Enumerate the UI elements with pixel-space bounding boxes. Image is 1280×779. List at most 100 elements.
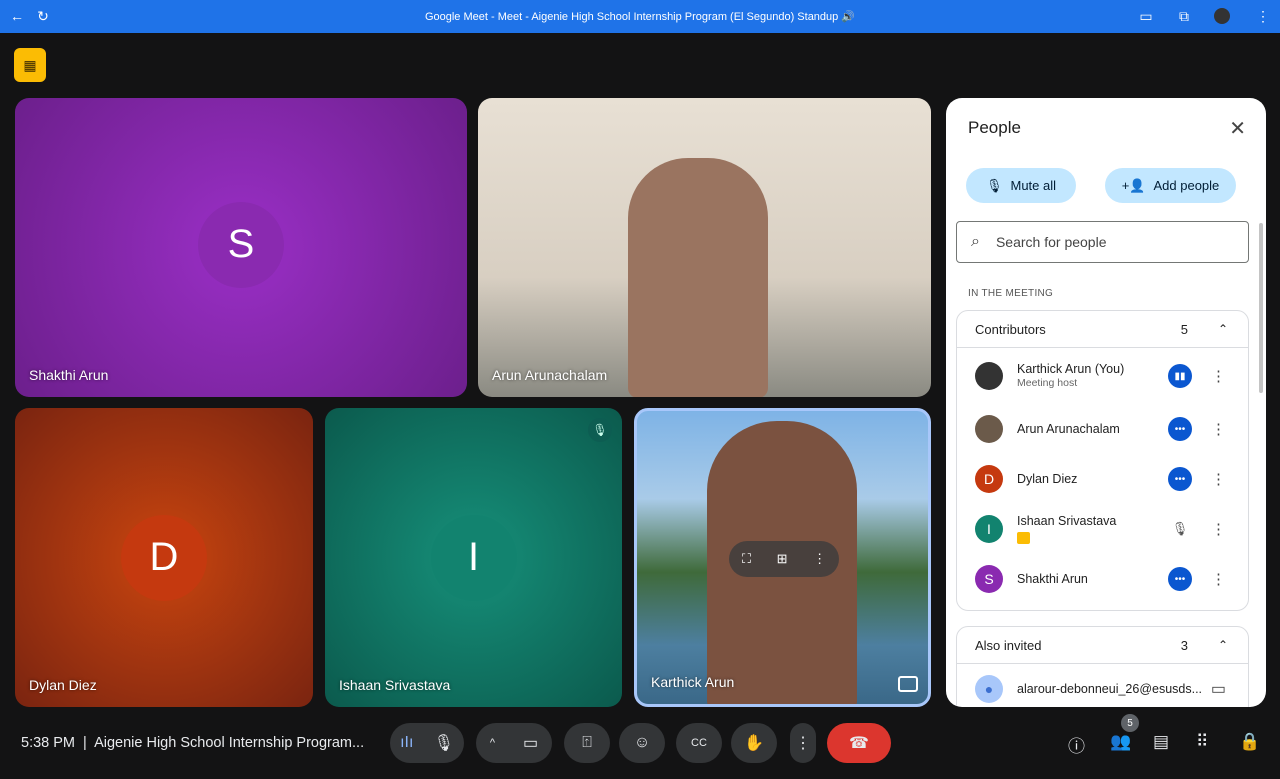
reactions-button[interactable]: ☺ bbox=[619, 723, 665, 763]
scrollbar[interactable] bbox=[1259, 223, 1263, 393]
list-item: D Dylan Diez ••• ⋮ bbox=[957, 454, 1248, 504]
host-controls-icon[interactable]: 🔒 bbox=[1239, 732, 1260, 752]
more-actions-icon[interactable]: ••• bbox=[1168, 417, 1192, 441]
camera-icon[interactable]: ▭ bbox=[1137, 8, 1155, 25]
avatar: D bbox=[121, 514, 207, 601]
chat-icon[interactable]: ▤ bbox=[1153, 732, 1169, 752]
avatar: S bbox=[198, 201, 284, 288]
also-invited-group: Also invited 3 ⌃ ● alarour-debonneui_26@esu… bbox=[956, 626, 1249, 707]
video-feed bbox=[628, 158, 768, 397]
panel-title: People bbox=[968, 118, 1021, 137]
tile-shakthi[interactable]: S Shakthi Arun bbox=[15, 98, 467, 397]
tile-dylan[interactable]: D Dylan Diez bbox=[15, 408, 313, 707]
person-name: Ishaan Srivastava bbox=[1017, 514, 1117, 528]
framing-icon[interactable]: ⛶ bbox=[742, 551, 751, 567]
hang-up-icon: ☎ bbox=[849, 735, 869, 752]
participant-name: Arun Arunachalam bbox=[492, 367, 608, 383]
add-people-button[interactable]: +👤 Add people bbox=[1105, 168, 1236, 203]
participant-name: Shakthi Arun bbox=[29, 367, 109, 383]
group-label: Contributors bbox=[975, 321, 1046, 337]
chevron-up-icon[interactable]: ⌃ bbox=[1218, 322, 1228, 336]
participant-name: Ishaan Srivastava bbox=[339, 677, 451, 693]
effects-icon[interactable]: ⊞ bbox=[777, 551, 788, 567]
captions-icon: CC bbox=[691, 737, 707, 749]
search-icon: ⌕ bbox=[971, 233, 980, 250]
speaking-icon: ▮▮ bbox=[1168, 364, 1192, 388]
chevron-up-icon[interactable]: ^ bbox=[490, 737, 495, 749]
more-actions-icon[interactable]: ••• bbox=[1168, 567, 1192, 591]
mute-all-button[interactable]: 🎙 Mute all bbox=[966, 168, 1076, 203]
more-options-icon[interactable]: ⋮ bbox=[1211, 420, 1226, 438]
browser-bar: ← ↻ Google Meet - Meet - Aigenie High Sc… bbox=[0, 0, 1280, 33]
person-name: Shakthi Arun bbox=[1017, 571, 1088, 586]
tile-hover-controls: ⛶ ⊞ ⋮ bbox=[729, 541, 839, 577]
add-person-icon: +👤 bbox=[1121, 177, 1146, 193]
mute-all-label: Mute all bbox=[1010, 178, 1057, 193]
more-options-icon[interactable]: ⋮ bbox=[813, 551, 826, 567]
avatar: I bbox=[430, 514, 517, 601]
mic-icon: 🎙 bbox=[433, 735, 454, 752]
people-panel: People ✕ 🎙 Mute all +👤 Add people ⌕ Search … bbox=[946, 98, 1266, 707]
extension-icon[interactable]: ⧉ bbox=[1175, 8, 1193, 25]
info-icon[interactable]: ⓘ bbox=[1068, 732, 1085, 757]
add-people-label: Add people bbox=[1153, 178, 1220, 193]
meeting-info: 5:38 PM | Aigenie High School Internship… bbox=[21, 735, 365, 751]
profile-avatar[interactable] bbox=[1214, 8, 1230, 24]
participant-name: Dylan Diez bbox=[29, 677, 97, 693]
mic-off-icon: 🎙 bbox=[588, 418, 612, 442]
contributors-group: Contributors 5 ⌃ Karthick Arun (You) Meetin… bbox=[956, 310, 1249, 611]
emoji-icon: ☺ bbox=[633, 734, 651, 751]
avatar bbox=[975, 415, 1003, 443]
raise-hand-button[interactable]: ✋ bbox=[731, 723, 777, 763]
close-icon[interactable]: ✕ bbox=[1229, 116, 1246, 141]
list-item: ● alarour-debonneui_26@esusds... ▭ bbox=[957, 664, 1248, 707]
audio-level-icon: ıIı bbox=[400, 734, 414, 751]
chevron-up-icon[interactable]: ⌃ bbox=[1218, 638, 1228, 652]
person-role: Meeting host bbox=[1017, 377, 1078, 390]
tile-karthick[interactable]: ⛶ ⊞ ⋮ Karthick Arun bbox=[634, 408, 931, 707]
search-placeholder: Search for people bbox=[995, 234, 1107, 250]
contributors-header[interactable]: Contributors 5 ⌃ bbox=[957, 311, 1248, 348]
window-title: Google Meet - Meet - Aigenie High School… bbox=[424, 11, 856, 23]
also-invited-header[interactable]: Also invited 3 ⌃ bbox=[957, 627, 1248, 664]
tile-arun[interactable]: Arun Arunachalam bbox=[478, 98, 931, 397]
no-video-badge-icon[interactable]: ▦ bbox=[14, 48, 46, 82]
more-options-icon[interactable]: ⋮ bbox=[1211, 470, 1226, 488]
people-icon[interactable]: 👥 bbox=[1110, 732, 1131, 752]
list-item: S Shakthi Arun ••• ⋮ bbox=[957, 554, 1248, 604]
list-item: I Ishaan Srivastava 🎙 ⋮ bbox=[957, 504, 1248, 554]
mic-off-icon: 🎙 bbox=[1171, 521, 1189, 536]
apps-icon[interactable]: ⠿ bbox=[1196, 732, 1208, 752]
avatar bbox=[975, 362, 1003, 390]
captions-button[interactable]: CC bbox=[676, 723, 722, 763]
chat-icon[interactable]: ▭ bbox=[1211, 679, 1226, 699]
present-icon: ⍐ bbox=[582, 734, 592, 751]
more-options-icon[interactable]: ⋮ bbox=[1211, 570, 1226, 588]
avatar: ● bbox=[975, 675, 1003, 703]
camera-button[interactable]: ^ ▭ bbox=[476, 723, 552, 763]
list-item: Karthick Arun (You) Meeting host ▮▮ ⋮ bbox=[957, 348, 1248, 404]
clock: 5:38 PM bbox=[21, 735, 75, 751]
more-options-button[interactable]: ⋮ bbox=[790, 723, 816, 763]
menu-icon[interactable]: ⋮ bbox=[1254, 8, 1272, 25]
control-bar: 5:38 PM | Aigenie High School Internship… bbox=[0, 714, 1280, 779]
list-item: Arun Arunachalam ••• ⋮ bbox=[957, 404, 1248, 454]
people-count-badge: 5 bbox=[1121, 714, 1139, 732]
group-count: 5 bbox=[1180, 321, 1188, 337]
more-actions-icon[interactable]: ••• bbox=[1168, 467, 1192, 491]
mic-button[interactable]: ıIı 🎙 bbox=[390, 723, 464, 763]
more-options-icon[interactable]: ⋮ bbox=[1211, 367, 1226, 385]
avatar: S bbox=[975, 565, 1003, 593]
mic-off-icon: 🎙 bbox=[985, 177, 1003, 193]
section-label: IN THE MEETING bbox=[968, 288, 1054, 299]
more-options-icon[interactable]: ⋮ bbox=[1211, 520, 1226, 538]
search-input[interactable]: ⌕ Search for people bbox=[956, 221, 1249, 263]
tile-ishaan[interactable]: 🎙 I Ishaan Srivastava bbox=[325, 408, 622, 707]
leave-call-button[interactable]: ☎ bbox=[827, 723, 891, 763]
person-name: Arun Arunachalam bbox=[1017, 421, 1120, 436]
hand-icon: ✋ bbox=[744, 735, 764, 752]
present-button[interactable]: ⍐ bbox=[564, 723, 610, 763]
person-email: alarour-debonneui_26@esusds... bbox=[1017, 681, 1203, 696]
pip-icon[interactable] bbox=[898, 676, 918, 692]
group-label: Also invited bbox=[975, 637, 1042, 653]
